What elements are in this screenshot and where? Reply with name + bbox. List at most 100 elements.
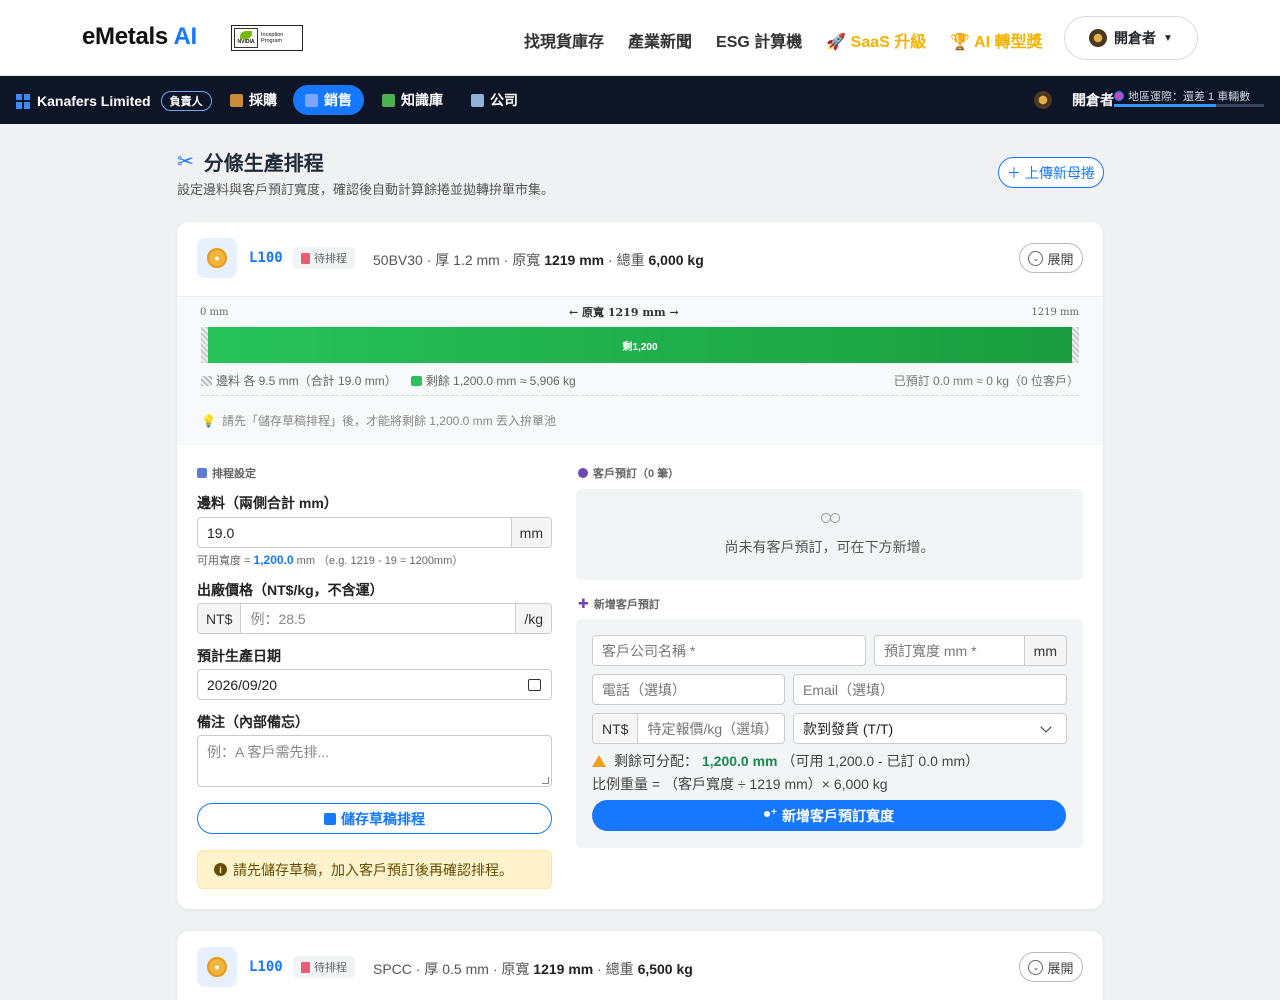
price-label: 出廠價格（NT$/kg，不含運）	[197, 582, 384, 598]
nav-saas-upgrade[interactable]: 🚀 SaaS 升級	[826, 28, 926, 52]
trim-input[interactable]: 19.0 mm	[197, 517, 552, 548]
people-icon	[578, 468, 588, 478]
user-name: 開倉者	[1114, 30, 1157, 46]
tab-sales[interactable]: 銷售	[293, 85, 364, 115]
reservations-empty-state: 尚未有客戶預訂，可在下方新增。	[576, 489, 1083, 580]
chevron-down-icon: ⌄	[1028, 250, 1044, 266]
top-header: eMetals AI NVIDIA Inception Program 找現貨庫存…	[0, 0, 1280, 76]
production-date-input[interactable]: 2026/09/20	[197, 669, 552, 700]
nav-esg[interactable]: ESG 計算機	[716, 28, 802, 52]
target-icon	[1114, 91, 1124, 101]
upload-coil-button[interactable]: ＋上傳新母捲	[998, 157, 1104, 188]
note-label: 備注（內部備忘）	[197, 714, 309, 730]
phone-input[interactable]: 電話（選填）	[592, 674, 785, 705]
page-subtitle: 設定邊料與客戶預訂寬度，確認後自動計算餘捲並拋轉拚單市集。	[177, 182, 555, 197]
reservations-heading: 客戶預訂（0 筆）	[578, 465, 679, 481]
width-visualizer: 0 mm ← 原寬 1219 mm → 1219 mm 剩1,200 邊料 各 …	[177, 296, 1103, 445]
save-icon	[324, 812, 336, 825]
factory-icon	[305, 93, 318, 107]
special-price-input[interactable]: NT$ 特定報價/kg（選填）	[592, 713, 785, 744]
clipboard-icon	[301, 252, 310, 264]
add-reservation-button[interactable]: 新增客戶預訂寬度	[592, 800, 1066, 831]
chevron-down-icon: ⌄	[1028, 959, 1044, 975]
expand-button[interactable]: ⌄ 展開	[1019, 952, 1083, 982]
draft-warning: i 請先儲存草稿，加入客戶預訂後再確認排程。	[197, 850, 552, 889]
scissors-icon: ✂	[177, 151, 194, 173]
nvidia-logo-icon: NVIDIA	[234, 28, 258, 48]
width-start-mark: 0 mm	[200, 307, 229, 318]
resize-handle-icon[interactable]	[542, 777, 549, 784]
tab-knowledge[interactable]: 知識庫	[370, 85, 455, 115]
nav-ai-award[interactable]: 🏆 AI 轉型獎	[950, 28, 1042, 52]
caret-down-icon: ▼	[1163, 32, 1173, 44]
coil-icon-box: ●	[197, 238, 237, 278]
pool-tip: 💡 請先「儲存草稿排程」後，才能將剩餘 1,200.0 mm 丟入拚單池	[201, 413, 556, 429]
date-label: 預計生產日期	[197, 648, 281, 664]
chevron-down-icon	[1040, 720, 1052, 733]
books-icon	[382, 93, 395, 107]
info-icon: i	[214, 863, 227, 876]
users-icon	[819, 512, 841, 527]
region-progress-bar	[1114, 104, 1264, 107]
plus-icon: ✚	[578, 596, 589, 611]
original-width-label: ← 原寬 1219 mm →	[569, 306, 679, 319]
expand-button[interactable]: ⌄ 展開	[1019, 243, 1083, 273]
bar-legend: 邊料 各 9.5 mm（合計 19.0 mm） 剩餘 1,200.0 mm ≈ …	[201, 372, 576, 389]
nvidia-inception-badge: NVIDIA Inception Program	[231, 25, 303, 51]
save-draft-button[interactable]: 儲存草稿排程	[197, 803, 552, 834]
org-name: Kanafers Limited	[37, 93, 151, 109]
region-status: 地區運際：還差 1 車輛數	[1114, 88, 1250, 104]
schedule-settings-heading: 排程設定	[197, 465, 256, 481]
nav-news[interactable]: 產業新聞	[628, 28, 692, 52]
new-reservation-heading: ✚ 新增客戶預訂	[578, 596, 660, 611]
lightbulb-icon: 💡	[201, 413, 216, 428]
nav-stock[interactable]: 找現貨庫存	[524, 28, 604, 52]
add-user-icon	[764, 807, 777, 821]
tab-company[interactable]: 公司	[459, 85, 530, 115]
payment-terms-select[interactable]: 款到發貨 (T/T)	[793, 713, 1067, 744]
company-name-input[interactable]: 客戶公司名稱 *	[592, 635, 866, 666]
trim-swatch	[201, 375, 212, 386]
grid-icon	[16, 93, 31, 109]
box-icon	[230, 93, 243, 107]
avatar	[1034, 91, 1052, 109]
user-menu-button[interactable]: 開倉者 ▼	[1064, 16, 1198, 60]
email-input[interactable]: Email（選填）	[793, 674, 1067, 705]
tab-purchase[interactable]: 採購	[218, 85, 289, 115]
coil-card: ● L100 待排程 SPCC · 厚 0.5 mm · 原寬 1219 mm …	[177, 931, 1103, 1000]
status-badge: 待排程	[293, 247, 355, 269]
coil-card-header: ● L100 待排程 50BV30 · 厚 1.2 mm · 原寬 1219 m…	[177, 222, 1103, 296]
new-reservation-form: 客戶公司名稱 * 預訂寬度 mm * mm 電話（選填） Email（選填） NT…	[576, 619, 1083, 848]
price-input[interactable]: NT$ 例：28.5 /kg	[197, 603, 552, 634]
coil-code[interactable]: L100	[249, 959, 283, 975]
plus-icon: ＋	[1007, 164, 1021, 181]
building-icon	[471, 93, 484, 107]
main-nav: 找現貨庫存 產業新聞 ESG 計算機 🚀 SaaS 升級 🏆 AI 轉型獎	[524, 28, 1042, 52]
coil-card-header: ● L100 待排程 SPCC · 厚 0.5 mm · 原寬 1219 mm …	[177, 931, 1103, 1000]
trim-left-segment	[201, 327, 208, 363]
coil-card: ● L100 待排程 50BV30 · 厚 1.2 mm · 原寬 1219 m…	[177, 222, 1103, 909]
clipboard-icon	[301, 961, 310, 973]
trim-right-segment	[1072, 327, 1079, 363]
coil-code[interactable]: L100	[249, 250, 283, 266]
calendar-icon[interactable]	[528, 678, 541, 691]
warning-icon	[592, 755, 606, 767]
org-switcher[interactable]: Kanafers Limited 負責人	[16, 91, 212, 111]
workspace-user[interactable]: 開倉者	[1034, 90, 1114, 110]
usable-width-hint: 可用寬度 = 1,200.0 mm （e.g. 1219 - 19 = 1200…	[197, 553, 464, 567]
note-textarea[interactable]: 例：A 客戶需先排...	[197, 735, 552, 787]
coil-specs: SPCC · 厚 0.5 mm · 原寬 1219 mm · 總重 6,500 …	[373, 961, 693, 977]
site-logo[interactable]: eMetals AI	[82, 23, 197, 51]
reserved-summary: 已預訂 0.0 mm ≈ 0 kg（0 位客戶）	[893, 374, 1079, 388]
status-badge: 待排程	[293, 956, 355, 978]
role-badge: 負責人	[160, 91, 212, 111]
calendar-icon	[197, 468, 207, 478]
width-bar: 剩1,200	[201, 327, 1079, 363]
coil-icon-box: ●	[197, 947, 237, 987]
allocatable-width: 剩餘可分配： 1,200.0 mm （可用 1,200.0 - 已訂 0.0 mm）	[592, 751, 979, 771]
remaining-swatch	[410, 375, 422, 386]
coin-icon: ●	[207, 957, 227, 977]
reserve-width-input[interactable]: 預訂寬度 mm * mm	[874, 635, 1067, 666]
width-end-mark: 1219 mm	[1031, 307, 1079, 318]
rocket-icon: 🚀	[826, 34, 847, 51]
